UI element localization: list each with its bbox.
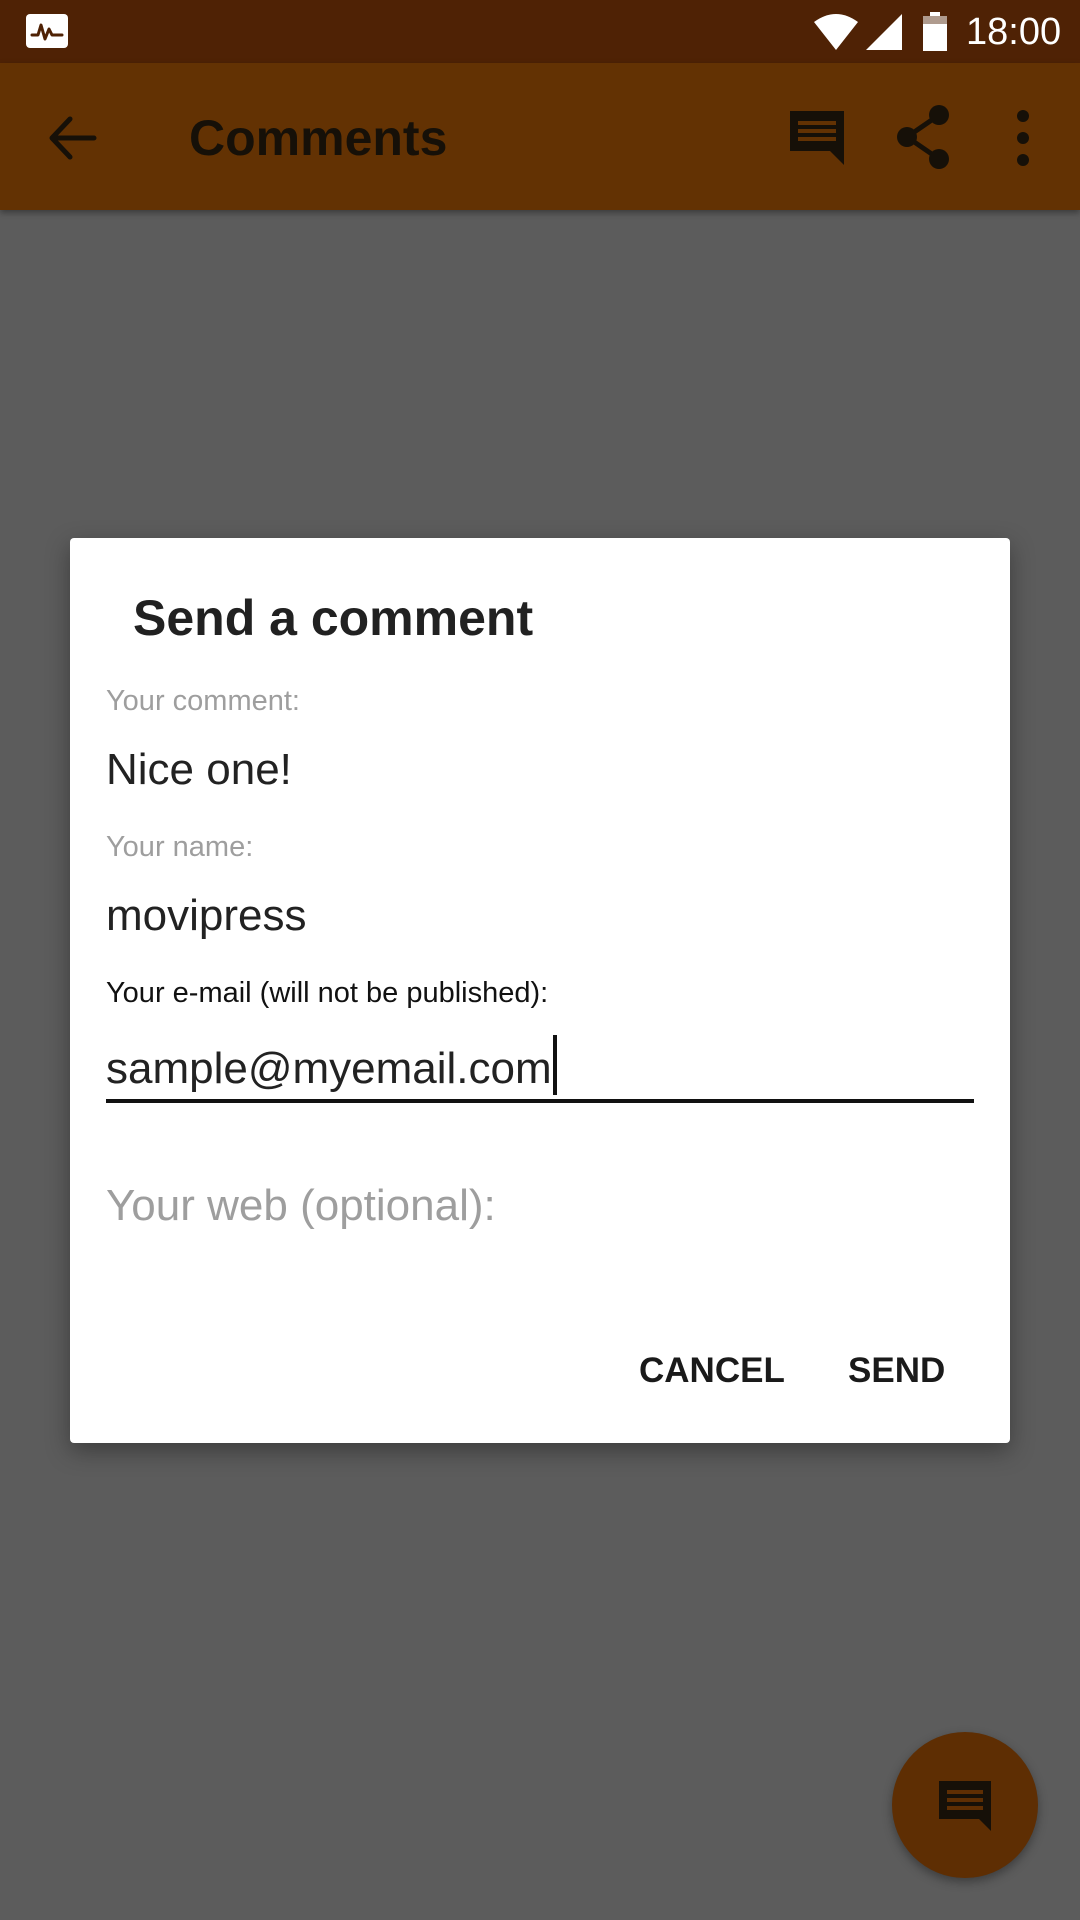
email-field-label: Your e-mail (will not be published): (106, 977, 549, 1009)
share-icon[interactable] (893, 103, 955, 171)
comment-icon (939, 1781, 991, 1831)
comment-field[interactable]: Nice one! (106, 744, 292, 796)
name-field-label: Your name: (106, 831, 254, 863)
add-comment-fab[interactable] (892, 1732, 1038, 1878)
email-field[interactable]: sample@myemail.com (106, 1035, 557, 1095)
screen: 18:00 Comments Send a comment Your comme… (0, 0, 1080, 1920)
more-vert-icon[interactable] (1003, 107, 1043, 169)
text-cursor (552, 1035, 557, 1095)
signal-icon (866, 14, 902, 50)
wifi-icon (814, 14, 858, 50)
email-field-value: sample@myemail.com (106, 1044, 552, 1093)
status-time: 18:00 (966, 11, 1062, 53)
name-field[interactable]: movipress (106, 890, 307, 942)
web-field[interactable]: Your web (optional): (106, 1180, 496, 1232)
send-comment-dialog: Send a comment Your comment: Nice one! Y… (70, 538, 1010, 1443)
page-title: Comments (189, 110, 448, 166)
comment-icon[interactable] (786, 107, 848, 169)
email-field-underline (106, 1099, 974, 1103)
cancel-button[interactable]: CANCEL (639, 1350, 785, 1392)
back-arrow-icon[interactable] (40, 105, 106, 171)
dialog-title: Send a comment (133, 590, 534, 646)
send-button[interactable]: SEND (848, 1350, 945, 1392)
activity-app-icon (26, 14, 68, 48)
app-bar: Comments (0, 63, 1080, 210)
status-bar: 18:00 (0, 0, 1080, 63)
battery-icon (923, 12, 947, 51)
comment-field-label: Your comment: (106, 685, 300, 717)
